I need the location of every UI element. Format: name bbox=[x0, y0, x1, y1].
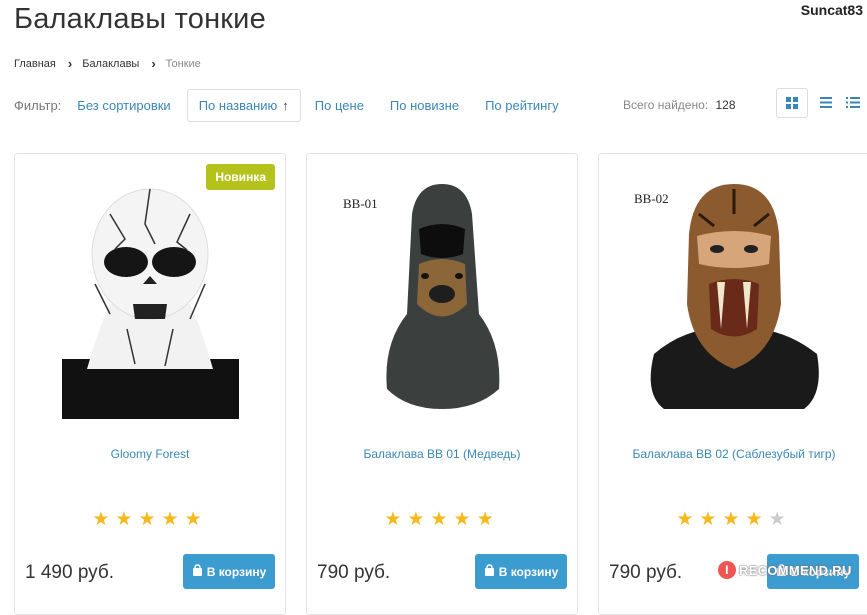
product-name[interactable]: Балаклава BB 01 (Медведь) bbox=[307, 447, 577, 461]
watermark-logo-icon: I bbox=[718, 561, 736, 579]
product-image-skull-balaclava[interactable] bbox=[15, 154, 285, 424]
product-price: 790 руб. bbox=[609, 562, 683, 583]
product-name[interactable]: Балаклава BB 02 (Саблезубый тигр) bbox=[599, 447, 867, 461]
rating-stars: ★★★★★ bbox=[599, 508, 867, 531]
detailed-list-view-icon bbox=[846, 96, 860, 108]
star-icon: ★ bbox=[184, 509, 208, 530]
new-badge: Новинка bbox=[206, 164, 275, 190]
watermark-text: RECOMMEND.RU bbox=[739, 562, 852, 578]
product-card[interactable]: BB-01 Балаклава BB 01 (Медведь) ★★★★★ 79… bbox=[306, 153, 578, 615]
sort-filter-bar: Фильтр: Без сортировки По названию ↑ По … bbox=[14, 88, 585, 122]
results-label: Всего найдено: bbox=[623, 98, 709, 112]
results-count: Всего найдено: 128 bbox=[623, 98, 736, 112]
star-icon: ★ bbox=[161, 509, 185, 530]
product-image-bear-balaclava[interactable] bbox=[307, 154, 577, 424]
rating-stars: ★★★★★ bbox=[307, 508, 577, 531]
sort-by-name[interactable]: По названию ↑ bbox=[186, 88, 301, 122]
list-view-icon bbox=[820, 96, 832, 108]
add-to-cart-button[interactable]: В корзину bbox=[475, 554, 567, 589]
star-icon: ★ bbox=[722, 509, 746, 530]
star-icon: ★ bbox=[453, 509, 477, 530]
sort-by-price[interactable]: По цене bbox=[315, 98, 364, 113]
detailed-list-view-button[interactable] bbox=[846, 88, 867, 116]
filter-label: Фильтр: bbox=[14, 97, 62, 113]
star-icon: ★ bbox=[745, 509, 769, 530]
product-code-label: BB-02 bbox=[634, 191, 669, 206]
cart-icon bbox=[192, 564, 203, 579]
results-number: 128 bbox=[715, 98, 736, 112]
chevron-right-icon: › bbox=[151, 56, 156, 71]
rating-stars: ★★★★★ bbox=[15, 508, 285, 531]
grid-view-button[interactable] bbox=[776, 88, 808, 118]
add-to-cart-label: В корзину bbox=[498, 564, 559, 579]
username-watermark: Suncat83 bbox=[800, 2, 863, 18]
star-icon: ★ bbox=[92, 509, 116, 530]
site-watermark: I RECOMMEND.RU bbox=[718, 561, 852, 579]
product-price: 790 руб. bbox=[317, 562, 391, 583]
star-icon: ★ bbox=[476, 509, 500, 530]
chevron-right-icon: › bbox=[67, 56, 73, 71]
grid-view-icon bbox=[786, 97, 798, 109]
cart-icon bbox=[484, 564, 495, 579]
breadcrumb-current: Тонкие bbox=[165, 57, 201, 70]
product-card[interactable]: BB-02 Балаклава BB 02 (Саблезубый тигр) … bbox=[598, 153, 867, 615]
arrow-up-icon: ↑ bbox=[282, 97, 289, 113]
star-icon: ★ bbox=[384, 509, 408, 530]
list-view-button[interactable] bbox=[811, 88, 841, 116]
star-icon: ★ bbox=[115, 509, 139, 530]
product-card[interactable]: Новинка Gloomy Forest ★★★★★ 1 490 руб. В… bbox=[14, 153, 286, 615]
sort-by-rating[interactable]: По рейтингу bbox=[485, 98, 559, 113]
breadcrumb: Главная › Балаклавы › Тонкие bbox=[14, 56, 201, 71]
product-code-label: BB-01 bbox=[343, 196, 378, 211]
sort-by-name-label: По названию bbox=[198, 97, 278, 113]
add-to-cart-button[interactable]: В корзину bbox=[183, 554, 275, 589]
sort-none[interactable]: Без сортировки bbox=[77, 98, 170, 113]
add-to-cart-label: В корзину bbox=[206, 564, 267, 579]
star-icon: ★ bbox=[676, 509, 700, 530]
star-icon: ★ bbox=[407, 509, 431, 530]
sort-by-newness[interactable]: По новизне bbox=[390, 98, 459, 113]
breadcrumb-balaclavas[interactable]: Балаклавы bbox=[82, 58, 139, 70]
breadcrumb-home[interactable]: Главная bbox=[14, 58, 56, 70]
product-name[interactable]: Gloomy Forest bbox=[15, 447, 285, 461]
star-icon: ★ bbox=[138, 509, 162, 530]
star-empty-icon: ★ bbox=[768, 509, 792, 530]
page-title: Балаклавы тонкие bbox=[14, 3, 266, 35]
star-icon: ★ bbox=[430, 509, 454, 530]
product-price: 1 490 руб. bbox=[25, 562, 115, 583]
star-icon: ★ bbox=[699, 509, 723, 530]
